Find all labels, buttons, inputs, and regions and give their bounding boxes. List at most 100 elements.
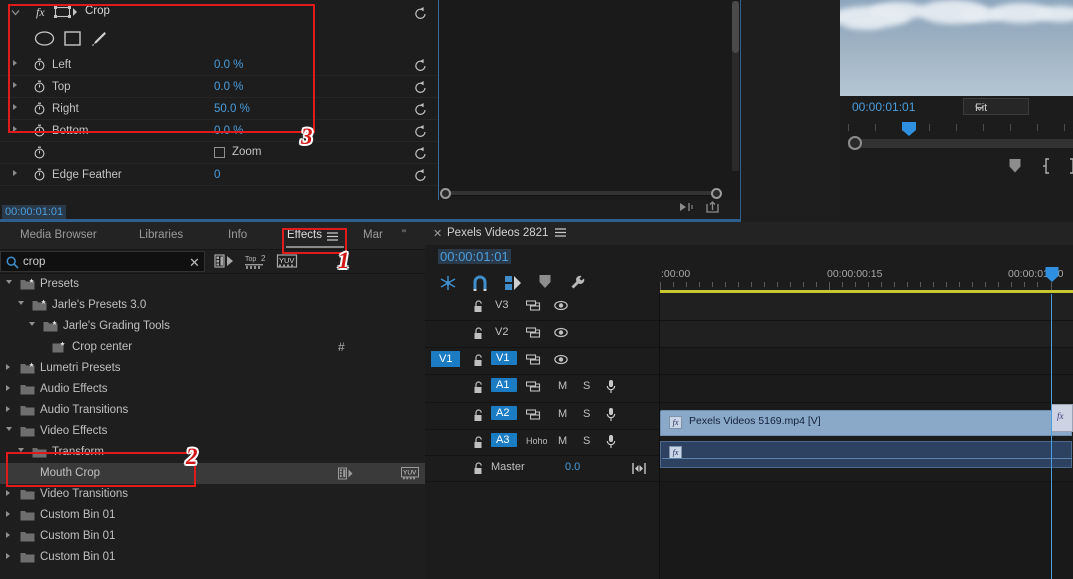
sync-lock-icon[interactable]	[526, 299, 541, 312]
program-monitor-scrollbar[interactable]	[848, 139, 1073, 148]
sync-lock-icon[interactable]	[526, 380, 541, 393]
panel-menu-icon[interactable]	[555, 228, 566, 237]
chevron-right-icon[interactable]	[13, 82, 17, 88]
pen-mask-icon[interactable]	[90, 30, 108, 47]
add-marker-icon[interactable]	[1008, 158, 1022, 174]
reset-icon[interactable]	[414, 146, 428, 160]
chevron-right-icon[interactable]	[13, 60, 17, 66]
master-level[interactable]: 0.0	[565, 461, 580, 473]
disclosure-triangle-icon[interactable]	[6, 406, 10, 412]
tab-overflow[interactable]: "	[402, 229, 406, 241]
lock-icon[interactable]	[473, 327, 484, 340]
tab-media-browser[interactable]: Media Browser	[20, 229, 97, 241]
reset-icon[interactable]	[414, 168, 428, 182]
track-header-a3[interactable]: A3 Hoho M S	[425, 430, 659, 456]
chevron-down-icon[interactable]	[11, 8, 20, 17]
tree-row-video-effects[interactable]: Video Effects	[0, 421, 425, 442]
track-name[interactable]: V3	[495, 299, 521, 311]
disclosure-triangle-icon[interactable]	[6, 511, 10, 517]
property-value[interactable]: 0.0 %	[214, 125, 243, 137]
playback-position-handle[interactable]	[848, 136, 862, 150]
crop-effect-header[interactable]: fx Crop	[0, 0, 438, 26]
rectangle-mask-icon[interactable]	[63, 30, 82, 47]
reset-icon[interactable]	[414, 58, 428, 72]
panel-menu-icon[interactable]	[327, 232, 338, 241]
program-monitor-ruler[interactable]	[848, 122, 1068, 138]
timeline-clip-video[interactable]: fx Pexels Videos 5169.mp4 [V]	[660, 410, 1072, 436]
sync-lock-icon[interactable]	[526, 326, 541, 339]
disclosure-triangle-icon[interactable]	[18, 301, 24, 308]
lock-icon[interactable]	[473, 354, 484, 367]
voice-record-icon[interactable]	[605, 407, 617, 422]
master-meter-icon[interactable]	[632, 462, 646, 475]
track-header-v2[interactable]: V2	[425, 321, 659, 348]
solo-button[interactable]: S	[583, 380, 590, 392]
tab-markers[interactable]: Mar	[363, 229, 383, 241]
timeline-playhead[interactable]	[1051, 294, 1052, 579]
chevron-right-icon[interactable]	[13, 126, 17, 132]
reset-icon[interactable]	[414, 6, 428, 20]
disclosure-triangle-icon[interactable]	[6, 280, 12, 287]
timeline-clip-next[interactable]: fx	[1051, 404, 1073, 432]
stopwatch-icon[interactable]	[33, 58, 46, 71]
mask-shape-icon[interactable]	[54, 5, 78, 19]
stopwatch-icon[interactable]	[33, 124, 46, 137]
lock-icon[interactable]	[473, 462, 484, 475]
track-name[interactable]: V1	[491, 351, 517, 365]
export-frame-icon[interactable]	[705, 200, 721, 214]
tab-libraries[interactable]: Libraries	[139, 229, 183, 241]
disclosure-triangle-icon[interactable]	[29, 322, 35, 329]
add-marker-icon[interactable]	[538, 274, 560, 294]
property-row-left[interactable]: Left 0.0 %	[0, 54, 438, 76]
track-visibility-icon[interactable]	[554, 354, 568, 365]
property-row-zoom[interactable]: Zoom	[0, 142, 438, 164]
chevron-right-icon[interactable]	[13, 104, 17, 110]
mute-button[interactable]: M	[558, 435, 567, 447]
chevron-right-icon[interactable]	[13, 170, 17, 176]
stopwatch-icon[interactable]	[33, 168, 46, 181]
scrollbar-left-handle[interactable]	[440, 188, 451, 199]
disclosure-triangle-icon[interactable]	[6, 553, 10, 559]
track-header-master[interactable]: Master 0.0	[425, 456, 659, 482]
zoom-level-dropdown[interactable]: Fit	[963, 98, 1029, 115]
tree-row-lumetri-presets[interactable]: Lumetri Presets	[0, 358, 425, 379]
play-keyframe-icon[interactable]	[678, 200, 694, 214]
tree-row-transform[interactable]: Transform	[0, 442, 425, 463]
solo-button[interactable]: S	[583, 435, 590, 447]
work-area-bar[interactable]	[660, 290, 1073, 293]
stopwatch-icon[interactable]	[33, 146, 46, 159]
tree-row-crop-center[interactable]: Crop center #	[0, 337, 425, 358]
track-header-a1[interactable]: A1 M S	[425, 375, 659, 403]
scrollbar-right-handle[interactable]	[711, 188, 722, 199]
timeline-tracks-area[interactable]: fx Pexels Videos 5169.mp4 [V] fx fx	[660, 294, 1073, 579]
tree-row-audio-transitions[interactable]: Audio Transitions	[0, 400, 425, 421]
effect-controls-timeline-area[interactable]	[438, 0, 740, 200]
voice-record-icon[interactable]	[605, 379, 617, 394]
reset-icon[interactable]	[414, 124, 428, 138]
disclosure-triangle-icon[interactable]	[6, 427, 12, 434]
ellipse-mask-icon[interactable]	[34, 30, 55, 47]
property-row-edge-feather[interactable]: Edge Feather 0	[0, 164, 438, 186]
stopwatch-icon[interactable]	[33, 80, 46, 93]
program-monitor-timecode[interactable]: 00:00:01:01	[852, 100, 915, 114]
tree-row-jarles-grading-tools[interactable]: Jarle's Grading Tools	[0, 316, 425, 337]
source-patch-v1[interactable]: V1	[431, 351, 461, 367]
mute-button[interactable]: M	[558, 408, 567, 420]
property-row-bottom[interactable]: Bottom 0.0 %	[0, 120, 438, 142]
mark-out-icon[interactable]	[1066, 158, 1073, 174]
effect-controls-timecode[interactable]: 00:00:01:01	[2, 205, 67, 219]
timeline-timecode[interactable]: 00:00:01:01	[438, 249, 511, 264]
disclosure-triangle-icon[interactable]	[6, 385, 10, 391]
tab-effects[interactable]: Effects	[287, 229, 322, 241]
timeline-ruler[interactable]: :00:00 00:00:00:15 00:00:01:00	[660, 267, 1073, 293]
lane-v1[interactable]	[660, 348, 1073, 375]
tree-row-jarles-presets[interactable]: Jarle's Presets 3.0	[0, 295, 425, 316]
reset-icon[interactable]	[414, 102, 428, 116]
program-playhead[interactable]	[901, 122, 917, 136]
solo-button[interactable]: S	[583, 408, 590, 420]
lock-icon[interactable]	[473, 381, 484, 394]
track-name[interactable]: A2	[491, 406, 517, 420]
property-value[interactable]: 0.0 %	[214, 59, 243, 71]
tab-info[interactable]: Info	[228, 229, 247, 241]
tree-row-mouth-crop[interactable]: Mouth Crop YUV	[0, 463, 425, 484]
